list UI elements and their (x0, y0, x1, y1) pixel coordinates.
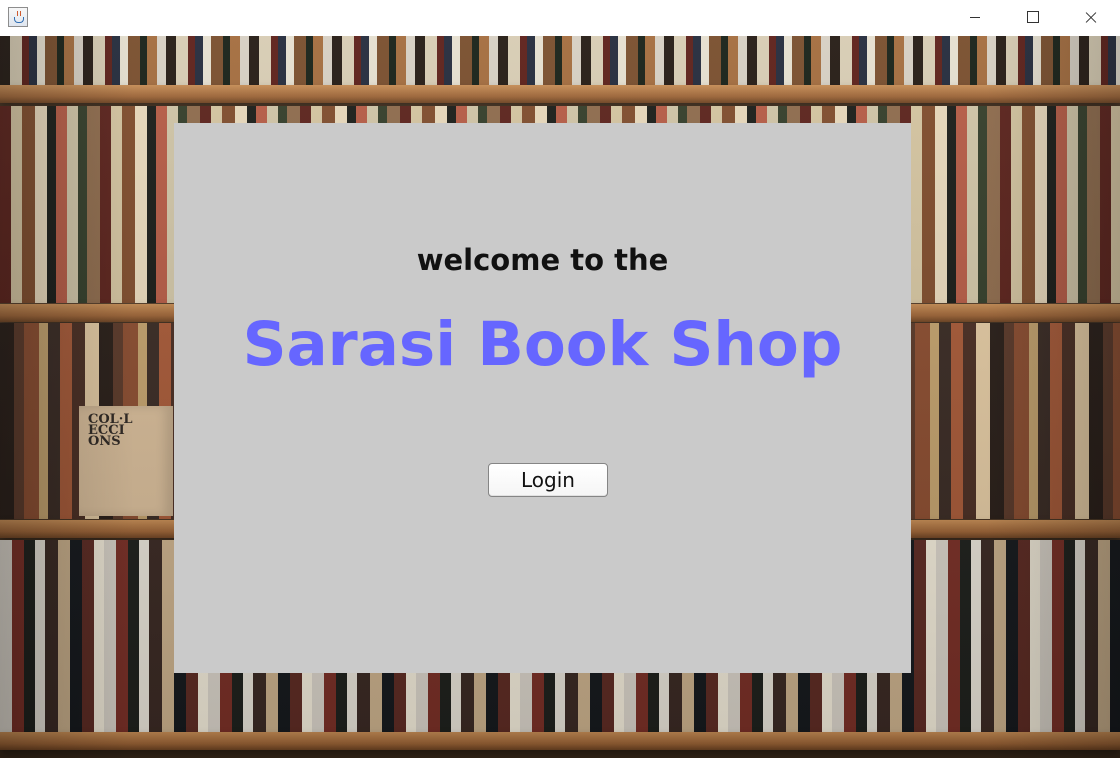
minimize-button[interactable] (946, 0, 1004, 36)
title-bar (0, 0, 1120, 36)
window-controls (946, 0, 1120, 36)
shelf-board (0, 85, 1120, 103)
collection-book-box: COL·L ECCI ONS (79, 406, 173, 516)
book-row-top (0, 36, 1120, 87)
maximize-button[interactable] (1004, 0, 1062, 36)
minimize-icon (970, 17, 980, 18)
login-button[interactable]: Login (488, 463, 608, 497)
welcome-panel: welcome to the Sarasi Book Shop Login (174, 123, 911, 673)
maximize-icon (1027, 11, 1039, 23)
application-window: COL·L ECCI ONS welcome to the Sarasi Boo… (0, 0, 1120, 758)
shelf-board (0, 732, 1120, 750)
app-icon-steam (17, 11, 21, 16)
close-button[interactable] (1062, 0, 1120, 36)
welcome-subtitle: welcome to the (416, 243, 669, 277)
app-icon-cup (14, 17, 24, 23)
shop-title: Sarasi Book Shop (242, 309, 843, 380)
java-app-icon (8, 7, 28, 27)
collection-box-text: COL·L ECCI ONS (88, 412, 133, 449)
